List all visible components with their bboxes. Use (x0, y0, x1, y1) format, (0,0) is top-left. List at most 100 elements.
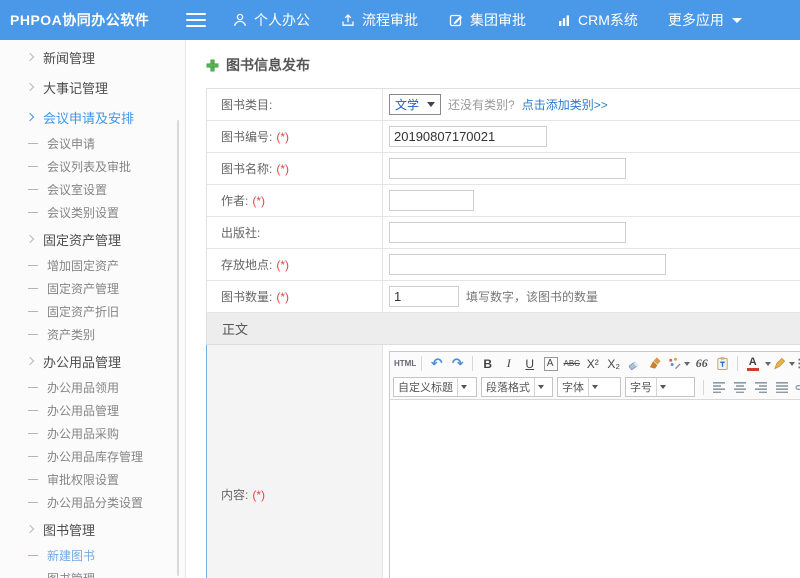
bold-button[interactable]: B (478, 354, 497, 373)
chevron-right-icon (26, 524, 34, 532)
field-label: 作者: (*) (207, 185, 383, 216)
editor-content-area[interactable] (390, 400, 800, 578)
align-right-button[interactable] (751, 378, 770, 397)
quantity-input[interactable] (389, 286, 459, 307)
sidebar-subitem-label: 增加固定资产 (47, 257, 119, 274)
location-input[interactable] (389, 254, 666, 275)
field-label: 出版社: (207, 217, 383, 248)
user-icon (232, 12, 248, 28)
blockquote-button[interactable]: 66 (692, 354, 711, 373)
sidebar-item-label: 图书管理 (43, 520, 95, 539)
sidebar-subitem-meeting-list[interactable]: 会议列表及审批 (0, 155, 185, 178)
sidebar-subitem-meeting-apply[interactable]: 会议申请 (0, 132, 185, 155)
sidebar-subitem-supplies-inventory[interactable]: 办公用品库存管理 (0, 445, 185, 468)
custom-title-dropdown[interactable]: 自定义标题 (393, 377, 477, 397)
field-label: 图书类目: (207, 89, 383, 120)
highlight-pen-button[interactable] (772, 354, 795, 373)
eraser-icon[interactable] (625, 354, 644, 373)
dash-icon (28, 288, 38, 289)
sidebar-item-fixed-assets[interactable]: 固定资产管理 (0, 224, 185, 254)
font-style-button[interactable]: A (544, 357, 558, 371)
sidebar-subitem-add-asset[interactable]: 增加固定资产 (0, 254, 185, 277)
font-color-button[interactable]: A (743, 354, 762, 373)
sidebar-subitem-approval-permission[interactable]: 审批权限设置 (0, 468, 185, 491)
sidebar-subitem-book-manage[interactable]: 图书管理 (0, 567, 185, 578)
sidebar-item-meeting[interactable]: 会议申请及安排 (0, 102, 185, 132)
chevron-right-icon (26, 234, 34, 242)
field-label: 图书编号: (*) (207, 121, 383, 152)
nav-crm-system[interactable]: CRM系统 (556, 10, 638, 30)
italic-button[interactable]: I (499, 354, 518, 373)
dash-icon (28, 456, 38, 457)
required-marker: (*) (276, 258, 289, 272)
sidebar-item-office-supplies[interactable]: 办公用品管理 (0, 346, 185, 376)
redo-button[interactable]: ↷ (448, 354, 467, 373)
superscript-button[interactable]: X² (583, 354, 602, 373)
strikethrough-button[interactable]: ABC (562, 354, 581, 373)
align-justify-button[interactable] (772, 378, 791, 397)
sidebar-subitem-label: 会议列表及审批 (47, 158, 131, 175)
quantity-hint: 填写数字，该图书的数量 (466, 288, 598, 305)
sidebar-subitem-supplies-manage[interactable]: 办公用品管理 (0, 399, 185, 422)
dash-icon (28, 334, 38, 335)
sidebar-item-label: 固定资产管理 (43, 230, 121, 249)
publisher-input[interactable] (389, 222, 626, 243)
sidebar-item-news[interactable]: 新闻管理 (0, 42, 185, 72)
category-select[interactable]: 文学 (389, 94, 441, 115)
sidebar-item-memorabilia[interactable]: 大事记管理 (0, 72, 185, 102)
align-left-button[interactable] (709, 378, 728, 397)
dash-icon (28, 502, 38, 503)
nav-group-approval[interactable]: 集团审批 (448, 10, 526, 30)
form-row-publisher: 出版社: (206, 217, 800, 249)
sidebar-subitem-label: 审批权限设置 (47, 471, 119, 488)
book-no-input[interactable] (389, 126, 547, 147)
html-source-button[interactable]: HTML (394, 354, 416, 373)
sidebar-item-label: 新闻管理 (43, 48, 95, 67)
form-row-quantity: 图书数量: (*) 填写数字，该图书的数量 (206, 281, 800, 313)
font-family-dropdown[interactable]: 字体 (557, 377, 621, 397)
form-row-category: 图书类目: 文学 还没有类别? 点击添加类别>> (206, 89, 800, 121)
sidebar-scrollbar[interactable] (177, 120, 179, 576)
nav-workflow-approval[interactable]: 流程审批 (340, 10, 418, 30)
required-marker: (*) (252, 194, 265, 208)
nav-personal-office[interactable]: 个人办公 (232, 10, 310, 30)
font-size-dropdown[interactable]: 字号 (625, 377, 695, 397)
undo-button[interactable]: ↶ (427, 354, 446, 373)
sidebar-subitem-new-book[interactable]: 新建图书 (0, 544, 185, 567)
sidebar-subitem-supplies-category[interactable]: 办公用品分类设置 (0, 491, 185, 514)
dash-icon (28, 479, 38, 480)
insert-link-button[interactable] (793, 378, 800, 397)
sidebar-subitem-supplies-claim[interactable]: 办公用品领用 (0, 376, 185, 399)
subscript-button[interactable]: X₂ (604, 354, 623, 373)
nav-more-apps[interactable]: 更多应用 (668, 10, 742, 30)
sidebar-subitem-supplies-purchase[interactable]: 办公用品采购 (0, 422, 185, 445)
paragraph-format-dropdown[interactable]: 段落格式 (481, 377, 553, 397)
field-label: 内容: (*) (207, 345, 383, 578)
add-category-link[interactable]: 点击添加类别>> (522, 96, 608, 113)
caret-down-icon (765, 362, 771, 366)
paste-from-word-icon[interactable] (713, 354, 732, 373)
sidebar-subitem-label: 会议室设置 (47, 181, 107, 198)
field-label: 图书名称: (*) (207, 153, 383, 184)
format-painter-button[interactable] (667, 354, 690, 373)
author-input[interactable] (389, 190, 474, 211)
sidebar-subitem-meeting-room[interactable]: 会议室设置 (0, 178, 185, 201)
sidebar-subitem-label: 办公用品领用 (47, 379, 119, 396)
book-name-input[interactable] (389, 158, 626, 179)
sidebar-subitem-asset-category[interactable]: 资产类别 (0, 323, 185, 346)
sidebar-item-label: 大事记管理 (43, 78, 108, 97)
align-center-button[interactable] (730, 378, 749, 397)
hamburger-menu-icon[interactable] (186, 13, 206, 27)
chevron-right-icon (26, 82, 34, 90)
sidebar-subitem-asset-depreciation[interactable]: 固定资产折旧 (0, 300, 185, 323)
sidebar-subitem-meeting-category[interactable]: 会议类别设置 (0, 201, 185, 224)
sidebar-subitem-asset-manage[interactable]: 固定资产管理 (0, 277, 185, 300)
clean-format-broom-icon[interactable] (646, 354, 665, 373)
sidebar-subitem-label: 新建图书 (47, 547, 95, 564)
underline-button[interactable]: U (520, 354, 539, 373)
sidebar-item-book-manage[interactable]: 图书管理 (0, 514, 185, 544)
caret-down-icon (684, 362, 690, 366)
sidebar-subitem-label: 固定资产管理 (47, 280, 119, 297)
edit-icon (448, 12, 464, 28)
form-row-book-no: 图书编号: (*) (206, 121, 800, 153)
